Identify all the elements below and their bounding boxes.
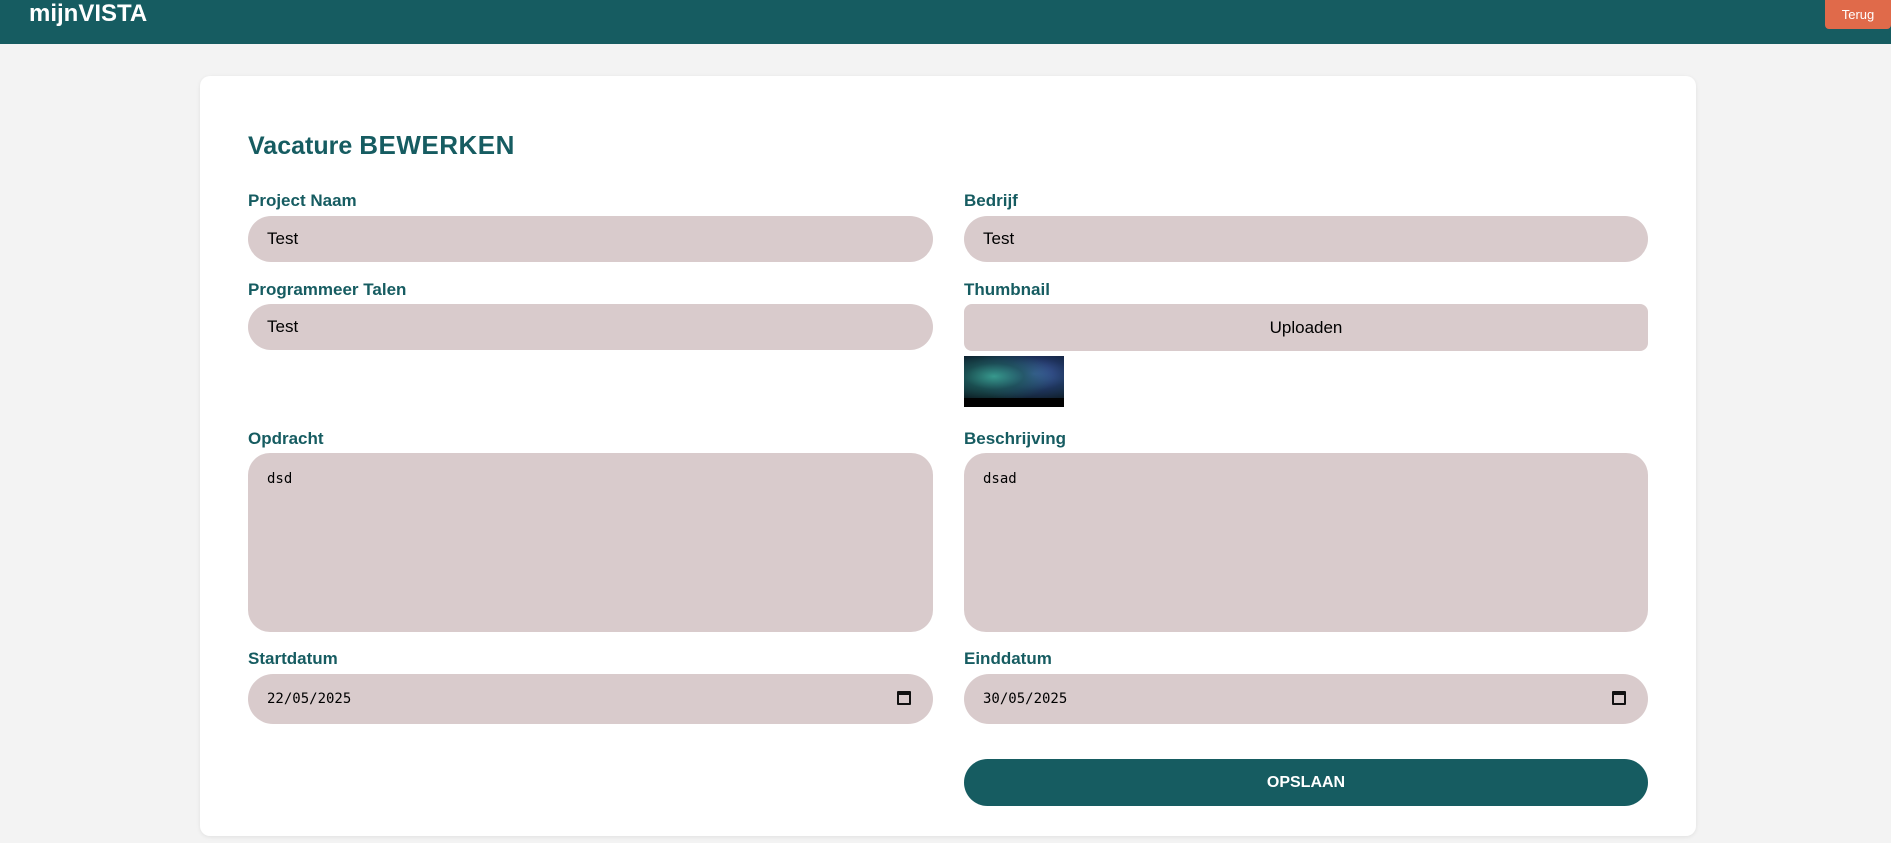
edit-vacancy-card: Vacature BEWERKEN Project Naam Test Bedr… xyxy=(200,76,1696,836)
upload-thumbnail-button[interactable]: Uploaden xyxy=(964,304,1648,351)
start-date-value: 22/05/2025 xyxy=(267,691,352,707)
calendar-icon[interactable] xyxy=(1612,691,1626,705)
company-label: Bedrijf xyxy=(964,191,1018,210)
thumbnail-label: Thumbnail xyxy=(964,280,1050,299)
top-navbar: mijnVISTA Terug xyxy=(0,0,1891,44)
programming-languages-input[interactable]: Test xyxy=(248,304,933,350)
programming-languages-label: Programmeer Talen xyxy=(248,280,407,299)
end-date-label: Einddatum xyxy=(964,649,1052,668)
description-label: Beschrijving xyxy=(964,429,1067,448)
start-date-input[interactable]: 22/05/2025 xyxy=(248,674,933,724)
page-title-emphasis: BEWERKEN xyxy=(359,130,515,160)
assignment-label: Opdracht xyxy=(248,429,324,448)
page-title: Vacature BEWERKEN xyxy=(248,130,515,161)
end-date-value: 30/05/2025 xyxy=(983,691,1068,707)
start-date-label: Startdatum xyxy=(248,649,338,668)
brand-logo[interactable]: mijnVISTA xyxy=(29,0,147,28)
thumbnail-preview-image xyxy=(964,356,1064,407)
back-button[interactable]: Terug xyxy=(1825,0,1891,29)
calendar-icon[interactable] xyxy=(897,691,911,705)
thumbnail-preview-bottom xyxy=(964,398,1064,407)
end-date-input[interactable]: 30/05/2025 xyxy=(964,674,1648,724)
description-textarea[interactable]: dsad xyxy=(964,453,1648,632)
assignment-textarea[interactable]: dsd xyxy=(248,453,933,632)
company-input[interactable]: Test xyxy=(964,216,1648,262)
save-button[interactable]: OPSLAAN xyxy=(964,759,1648,806)
page-title-prefix: Vacature xyxy=(248,132,353,160)
project-name-input[interactable]: Test xyxy=(248,216,933,262)
project-name-label: Project Naam xyxy=(248,191,357,210)
